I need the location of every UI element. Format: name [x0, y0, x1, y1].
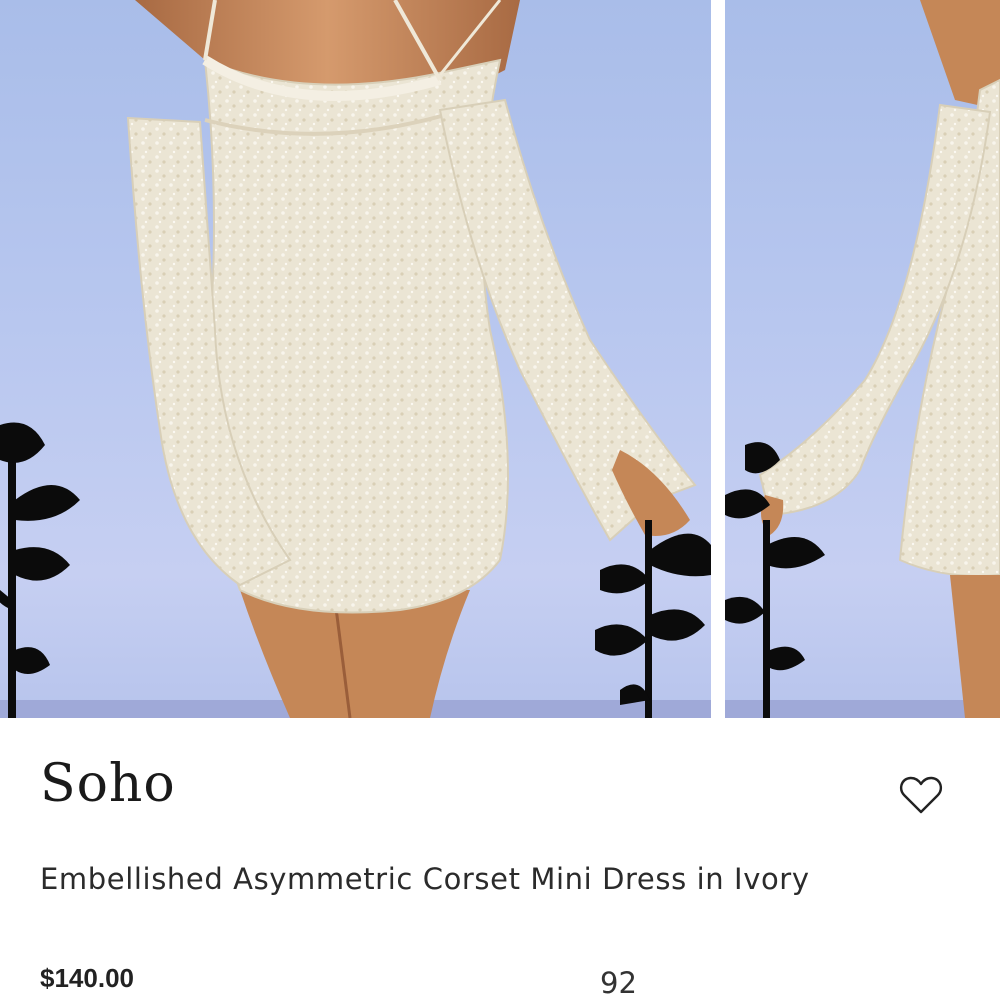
favorite-count: 92 [600, 966, 637, 1000]
favorite-button[interactable] [896, 772, 946, 818]
dress-front-illustration [0, 0, 711, 718]
product-price: $140.00 [40, 963, 134, 993]
plant-silhouette-right [595, 520, 711, 718]
plant-silhouette-left [0, 422, 80, 718]
heart-outline-icon [899, 776, 943, 814]
product-photo-secondary[interactable] [725, 0, 1000, 718]
product-card[interactable]: Soho Embellished Asymmetric Corset Mini … [0, 0, 1000, 1000]
product-photo-main[interactable] [0, 0, 711, 718]
dress-side-illustration [725, 0, 1000, 718]
product-image-gallery[interactable] [0, 0, 1000, 718]
product-title[interactable]: Embellished Asymmetric Corset Mini Dress… [40, 862, 810, 896]
brand-name[interactable]: Soho [40, 758, 176, 810]
